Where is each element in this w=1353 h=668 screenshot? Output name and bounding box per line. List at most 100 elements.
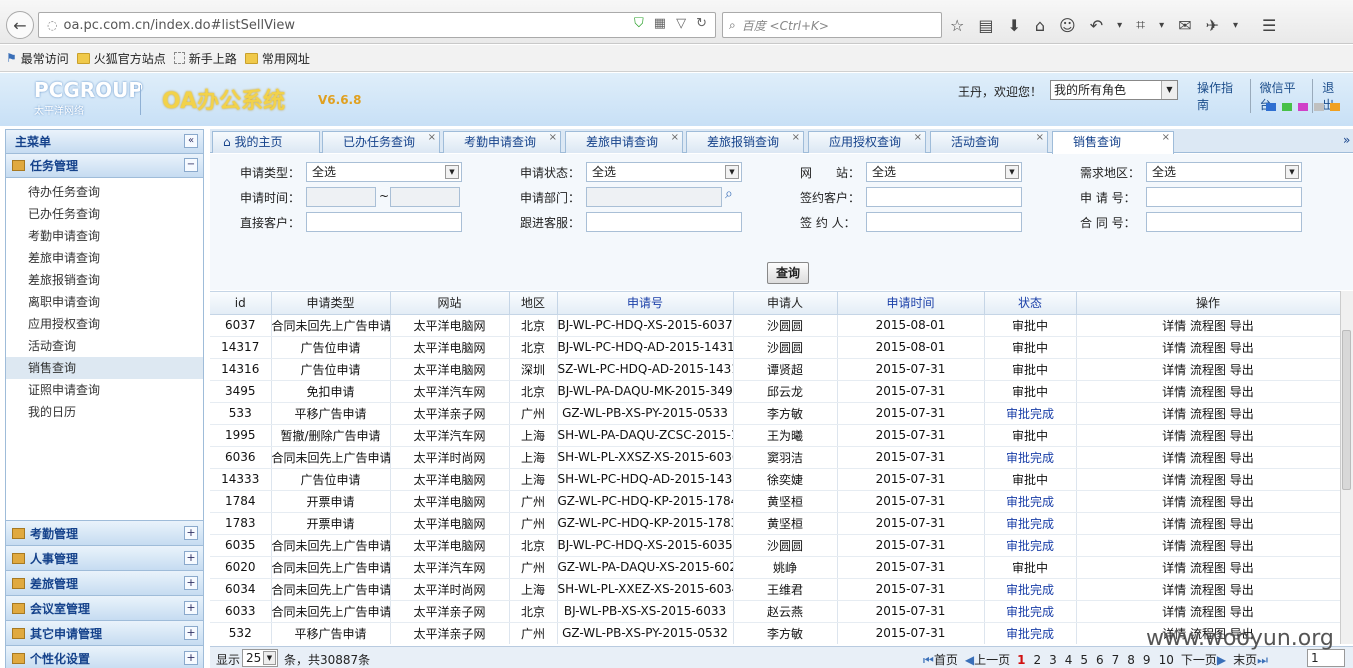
table-row[interactable]: 14316 广告位申请 太平洋电脑网 深圳 SZ-WL-PC-HDQ-AD-2015-1…	[210, 358, 1340, 381]
input-apply-dept[interactable]	[586, 187, 722, 207]
plus-icon[interactable]: +	[184, 576, 198, 590]
input-apply-time-end[interactable]	[390, 187, 460, 207]
page-number-link[interactable]: 1	[1017, 653, 1025, 667]
close-icon[interactable]: ×	[1162, 132, 1170, 144]
sidebar-item-activity[interactable]: 活动查询	[6, 335, 203, 357]
close-icon[interactable]: ×	[671, 132, 679, 144]
page-number-link[interactable]: 4	[1065, 653, 1073, 667]
col-apply-type[interactable]: 申请类型	[271, 292, 391, 315]
bookmark-firefox[interactable]: 火狐官方站点	[76, 50, 166, 67]
tab-attendance[interactable]: 考勤申请查询 ×	[443, 131, 561, 153]
reload-icon[interactable]: ↻	[696, 16, 707, 31]
theme-blue[interactable]	[1266, 103, 1276, 111]
close-icon[interactable]: ×	[428, 132, 436, 144]
next-page-link[interactable]: 下一页▶	[1181, 651, 1226, 668]
cell-actions[interactable]: 详情 流程图 导出	[1076, 446, 1340, 469]
sidebar-item-license[interactable]: 证照申请查询	[6, 379, 203, 401]
col-region[interactable]: 地区	[509, 292, 558, 315]
input-follow-service[interactable]	[586, 212, 742, 232]
page-number-link[interactable]: 9	[1143, 653, 1151, 667]
close-icon[interactable]: ×	[914, 132, 922, 144]
prev-page-link[interactable]: ◀上一页	[965, 651, 1010, 668]
input-apply-no[interactable]	[1146, 187, 1302, 207]
theme-green[interactable]	[1282, 103, 1292, 111]
input-sign-customer[interactable]	[866, 187, 1022, 207]
page-number-link[interactable]: 7	[1112, 653, 1120, 667]
sidebar-item-travel[interactable]: 差旅申请查询	[6, 247, 203, 269]
col-apply-time[interactable]: 申请时间	[837, 292, 985, 315]
sidebar-group-travel[interactable]: 差旅管理 +	[6, 570, 203, 595]
tab-done-tasks[interactable]: 已办任务查询 ×	[322, 131, 440, 153]
role-select[interactable]: 我的所有角色 ▼	[1050, 80, 1178, 100]
sidebar-item-attendance[interactable]: 考勤申请查询	[6, 225, 203, 247]
tab-activity[interactable]: 活动查询 ×	[930, 131, 1048, 153]
sidebar-group-hr[interactable]: 人事管理 +	[6, 545, 203, 570]
addon-icon[interactable]: ✈	[1206, 16, 1219, 35]
table-row[interactable]: 6035 合同未回先上广告申请 太平洋电脑网 北京 BJ-WL-PC-HDQ-XS-20…	[210, 534, 1340, 557]
page-number-link[interactable]: 10	[1159, 653, 1174, 667]
dropdown-icon[interactable]: ▽	[676, 16, 686, 31]
sidebar-group-other[interactable]: 其它申请管理 +	[6, 620, 203, 645]
table-row[interactable]: 1783 开票申请 太平洋电脑网 广州 GZ-WL-PC-HDQ-KP-2015-178…	[210, 512, 1340, 535]
cell-actions[interactable]: 详情 流程图 导出	[1076, 578, 1340, 601]
back-arrow-icon[interactable]: ←	[6, 11, 34, 39]
tab-travel[interactable]: 差旅申请查询 ×	[565, 131, 683, 153]
tab-scroll-icon[interactable]: »	[1343, 133, 1350, 147]
cell-actions[interactable]: 详情 流程图 导出	[1076, 534, 1340, 557]
close-icon[interactable]: ×	[549, 132, 557, 144]
star-icon[interactable]: ☆	[950, 16, 964, 35]
tab-app-auth[interactable]: 应用授权查询 ×	[808, 131, 926, 153]
dropdown-icon[interactable]: ▾	[1159, 20, 1164, 31]
tab-travel-expense[interactable]: 差旅报销查询 ×	[686, 131, 804, 153]
dropdown-icon[interactable]: ▾	[1233, 20, 1238, 31]
bookmark-most-visited[interactable]: ⚑ 最常访问	[6, 50, 69, 67]
col-site[interactable]: 网站	[390, 292, 510, 315]
sidebar-group-attendance[interactable]: 考勤管理 +	[6, 520, 203, 545]
close-icon[interactable]: ×	[1036, 132, 1044, 144]
table-row[interactable]: 6037 合同未回先上广告申请 太平洋电脑网 北京 BJ-WL-PC-HDQ-XS-20…	[210, 314, 1340, 337]
table-row[interactable]: 6034 合同未回先上广告申请 太平洋时尚网 上海 SH-WL-PL-XXEZ-XS-2…	[210, 578, 1340, 601]
plus-icon[interactable]: +	[184, 651, 198, 665]
undo-icon[interactable]: ↶	[1090, 16, 1103, 35]
select-region[interactable]: 全选 ▼	[1146, 162, 1302, 182]
page-number-link[interactable]: 6	[1096, 653, 1104, 667]
cell-actions[interactable]: 详情 流程图 导出	[1076, 402, 1340, 425]
last-page-link[interactable]: 末页⏭	[1233, 651, 1268, 668]
cell-actions[interactable]: 详情 流程图 导出	[1076, 556, 1340, 579]
select-site[interactable]: 全选 ▼	[866, 162, 1022, 182]
input-direct-customer[interactable]	[306, 212, 462, 232]
shield-icon[interactable]: ⛉	[634, 16, 644, 31]
collapse-icon[interactable]: «	[184, 134, 198, 148]
cell-actions[interactable]: 详情 流程图 导出	[1076, 512, 1340, 535]
cell-actions[interactable]: 详情 流程图 导出	[1076, 358, 1340, 381]
sidebar-item-resign[interactable]: 离职申请查询	[6, 291, 203, 313]
dropdown-icon[interactable]: ▾	[1117, 20, 1122, 31]
cell-actions[interactable]: 详情 流程图 导出	[1076, 468, 1340, 491]
sidebar-item-done[interactable]: 已办任务查询	[6, 203, 203, 225]
col-status[interactable]: 状态	[984, 292, 1077, 315]
search-icon[interactable]: ⌕	[725, 186, 733, 202]
qr-icon[interactable]: ▦	[654, 16, 666, 31]
plus-icon[interactable]: +	[184, 601, 198, 615]
browser-search-box[interactable]: ⌕ 百度 <Ctrl+K>	[722, 12, 942, 38]
table-row[interactable]: 6036 合同未回先上广告申请 太平洋时尚网 上海 SH-WL-PL-XXSZ-XS-2…	[210, 446, 1340, 469]
home-icon[interactable]: ⌂	[1035, 16, 1045, 35]
cell-actions[interactable]: 详情 流程图 导出	[1076, 380, 1340, 403]
theme-gray[interactable]	[1314, 103, 1324, 111]
sidebar-item-travel-expense[interactable]: 差旅报销查询	[6, 269, 203, 291]
scrollbar-thumb[interactable]	[1342, 330, 1351, 490]
speech-bubble-icon[interactable]: ✉	[1178, 16, 1191, 35]
jump-page-input[interactable]: 1	[1307, 649, 1345, 667]
theme-orange[interactable]	[1330, 103, 1340, 111]
download-icon[interactable]: ⬇	[1007, 16, 1020, 35]
col-id[interactable]: id	[210, 292, 272, 315]
address-bar[interactable]: ◌ oa.pc.com.cn/index.do#listSellView ⛉ ▦…	[38, 12, 716, 38]
table-row[interactable]: 533 平移广告申请 太平洋亲子网 广州 GZ-WL-PB-XS-PY-2015-053…	[210, 402, 1340, 425]
table-row[interactable]: 3495 免扣申请 太平洋汽车网 北京 BJ-WL-PA-DAQU-MK-2015-34…	[210, 380, 1340, 403]
col-apply-no[interactable]: 申请号	[557, 292, 734, 315]
minus-icon[interactable]: −	[184, 158, 198, 172]
table-row[interactable]: 6033 合同未回先上广告申请 太平洋亲子网 北京 BJ-WL-PB-XS-XS-201…	[210, 600, 1340, 623]
query-button[interactable]: 查询	[767, 262, 809, 284]
cell-actions[interactable]: 详情 流程图 导出	[1076, 336, 1340, 359]
col-applicant[interactable]: 申请人	[733, 292, 838, 315]
